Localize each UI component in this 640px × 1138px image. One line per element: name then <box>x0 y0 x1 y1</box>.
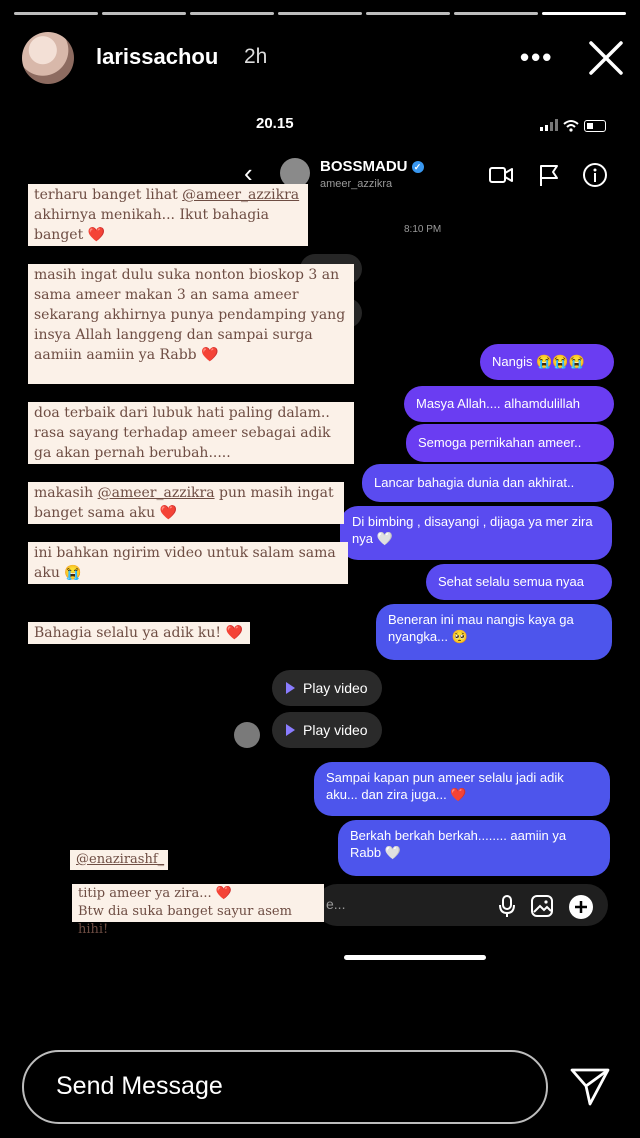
outgoing-message[interactable]: Masya Allah.... alhamdulillah <box>404 386 614 422</box>
outgoing-message[interactable]: Sampai kapan pun ameer selalu jadi adik … <box>314 762 610 816</box>
signal-wifi-icon <box>540 119 579 132</box>
story-text-note: doa terbaik dari lubuk hati paling dalam… <box>28 402 354 464</box>
story-mention-note: @enazirashf_ <box>70 850 168 870</box>
heart-emoji: ❤️ <box>159 505 177 521</box>
outgoing-message[interactable]: Semoga pernikahan ameer.. <box>406 424 614 462</box>
story-avatar[interactable] <box>22 32 74 84</box>
home-indicator <box>344 955 486 960</box>
chat-handle: ameer_azzikra <box>320 178 393 190</box>
info-icon[interactable] <box>582 162 608 188</box>
outgoing-message[interactable]: Nangis 😭😭😭 <box>480 344 614 380</box>
progress-segment <box>366 12 450 15</box>
video-call-icon[interactable] <box>488 162 514 188</box>
mention-link[interactable]: @ameer_azzikra <box>98 485 215 501</box>
heart-emoji: ❤️ <box>201 347 219 363</box>
story-text-note: Bahagia selalu ya adik ku! ❤️ <box>28 622 250 644</box>
heart-emoji: ❤️ <box>225 625 243 641</box>
outgoing-message[interactable]: Di bimbing , disayangi , dijaga ya mer z… <box>340 506 612 560</box>
message-input[interactable] <box>316 884 608 926</box>
gallery-icon[interactable] <box>530 894 554 918</box>
progress-segment <box>278 12 362 15</box>
outgoing-message[interactable]: Berkah berkah berkah........ aamiin ya R… <box>338 820 610 876</box>
battery-icon <box>584 120 606 132</box>
sender-avatar <box>234 722 260 748</box>
story-progress <box>14 12 626 15</box>
message-input-placeholder: e... <box>326 896 346 912</box>
outgoing-message[interactable]: Sehat selalu semua nyaa <box>426 564 612 600</box>
mention-link[interactable]: @ameer_azzikra <box>182 187 299 203</box>
play-icon <box>286 682 295 694</box>
microphone-icon[interactable] <box>496 894 518 918</box>
story-text-note: terharu banget lihat @ameer_azzikra akhi… <box>28 184 308 246</box>
play-video-button[interactable]: Play video <box>272 712 382 748</box>
story-text-note: ini bahkan ngirim video untuk salam sama… <box>28 542 348 584</box>
story-username[interactable]: larissachou <box>96 44 218 70</box>
paper-plane-icon[interactable] <box>568 1064 612 1108</box>
outgoing-message[interactable]: Beneran ini mau nangis kaya ga nyangka..… <box>376 604 612 660</box>
play-icon <box>286 724 295 736</box>
outgoing-message[interactable]: Lancar bahagia dunia dan akhirat.. <box>362 464 614 502</box>
chat-name[interactable]: BOSSMADU ✓ <box>320 158 424 175</box>
progress-segment <box>454 12 538 15</box>
heart-emoji: ❤️ <box>87 227 106 243</box>
close-icon[interactable] <box>586 38 626 78</box>
story-text-note: titip ameer ya zira... ❤️ Btw dia suka b… <box>72 884 324 937</box>
more-dots-icon[interactable]: ••• <box>520 42 553 73</box>
play-video-button[interactable]: Play video <box>272 670 382 706</box>
send-message-placeholder: Send Message <box>56 1072 223 1100</box>
story-text-note: makasih @ameer_azzikra pun masih ingat b… <box>28 482 344 524</box>
story-text-note: masih ingat dulu suka nonton bioskop 3 a… <box>28 264 354 384</box>
story-time: 2h <box>244 45 268 68</box>
progress-segment <box>102 12 186 15</box>
message-timestamp: 8:10 PM <box>404 224 442 235</box>
flag-icon[interactable] <box>536 162 562 188</box>
progress-segment-active <box>542 12 626 15</box>
add-icon[interactable] <box>568 894 594 920</box>
verified-badge-icon: ✓ <box>411 161 424 173</box>
progress-segment <box>14 12 98 15</box>
progress-segment <box>190 12 274 15</box>
heart-emoji: ❤️ <box>215 886 232 901</box>
mention-link[interactable]: @enazirashf_ <box>76 852 164 867</box>
status-clock: 20.15 <box>256 115 294 132</box>
